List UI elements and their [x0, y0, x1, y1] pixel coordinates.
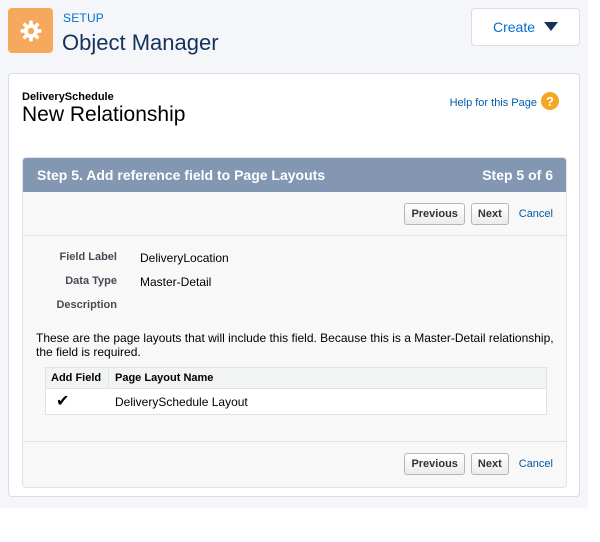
main-card: DeliverySchedule New Relationship Help f…	[8, 73, 580, 497]
top-button-row: Previous Next Cancel	[23, 192, 566, 236]
next-button-top[interactable]: Next	[470, 202, 509, 225]
data-type-label: Data Type	[65, 275, 117, 287]
page-title: New Relationship	[22, 103, 186, 126]
table-row: ✔ DeliverySchedule Layout	[46, 389, 546, 414]
step-header: Step 5. Add reference field to Page Layo…	[23, 158, 566, 192]
add-field-cell: ✔	[46, 389, 109, 414]
add-field-header: Add Field	[46, 368, 109, 388]
create-button-label: Create	[492, 19, 536, 35]
bottom-button-row: Previous Next Cancel	[23, 441, 566, 485]
help-icon[interactable]: ?	[541, 92, 559, 110]
setup-gear-icon	[8, 8, 53, 53]
setup-label: SETUP	[63, 11, 105, 25]
field-row-label: Field Label DeliveryLocation	[23, 251, 566, 271]
table-header-row: Add Field Page Layout Name	[46, 368, 546, 389]
step-box: Step 5. Add reference field to Page Layo…	[22, 157, 567, 488]
previous-button-bottom[interactable]: Previous	[404, 452, 465, 475]
cancel-link-bottom[interactable]: Cancel	[519, 458, 553, 470]
gear-icon	[20, 20, 41, 41]
data-type-value: Master-Detail	[140, 275, 212, 289]
field-label-value: DeliveryLocation	[140, 251, 229, 265]
field-row-description: Description	[23, 299, 566, 319]
help-link[interactable]: Help for this Page	[450, 97, 537, 109]
previous-button-top[interactable]: Previous	[404, 202, 465, 225]
step-counter: Step 5 of 6	[482, 167, 553, 183]
cancel-link-top[interactable]: Cancel	[519, 208, 553, 220]
step-title: Step 5. Add reference field to Page Layo…	[37, 167, 326, 183]
field-label-label: Field Label	[59, 251, 117, 263]
page-layout-table: Add Field Page Layout Name ✔ DeliverySch…	[45, 367, 547, 415]
create-button[interactable]: Create	[471, 8, 580, 46]
object-name: DeliverySchedule	[22, 91, 114, 103]
description-label: Description	[56, 299, 117, 311]
info-text: These are the page layouts that will inc…	[36, 331, 554, 359]
field-row-data-type: Data Type Master-Detail	[23, 275, 566, 295]
caret-down-icon	[544, 21, 559, 31]
page-layout-name-header: Page Layout Name	[115, 372, 214, 384]
object-manager-title: Object Manager	[62, 30, 219, 55]
page-layout-name-cell: DeliverySchedule Layout	[115, 394, 248, 409]
checkmark-icon[interactable]: ✔	[56, 393, 69, 410]
next-button-bottom[interactable]: Next	[470, 452, 509, 475]
